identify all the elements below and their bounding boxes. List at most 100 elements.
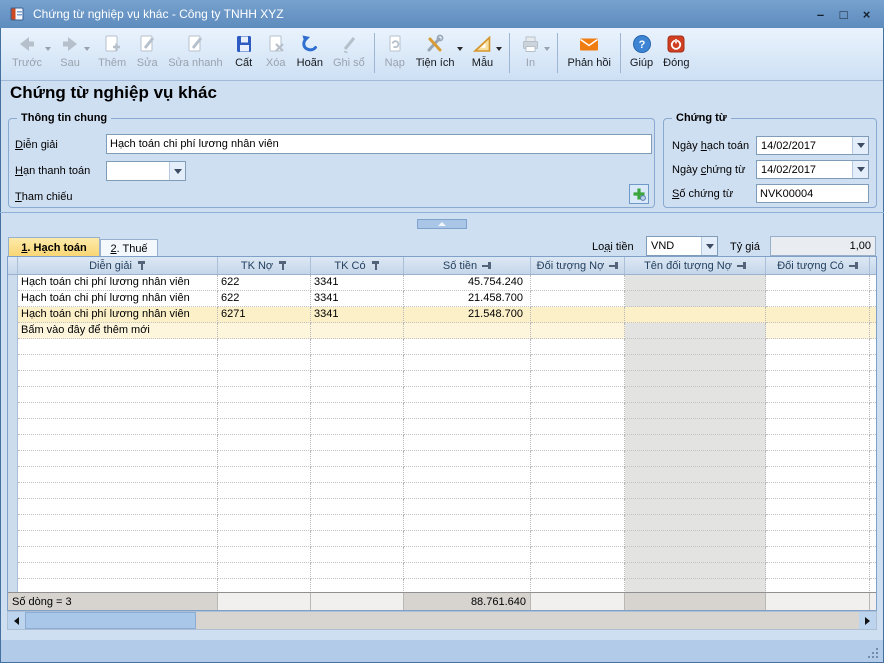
toolbar-button-previous[interactable]: Trước <box>7 31 47 70</box>
pin-icon[interactable] <box>278 260 287 271</box>
grid-cell[interactable] <box>531 323 625 339</box>
column-header-2[interactable]: TK Nợ <box>218 257 311 274</box>
minimize-button[interactable]: – <box>809 3 832 25</box>
grid-cell <box>766 531 870 547</box>
grid-cell[interactable] <box>766 291 870 307</box>
toolbar-button-quick-edit[interactable]: Sửa nhanh <box>163 31 227 70</box>
description-input[interactable] <box>106 134 652 154</box>
tab-hach-toan[interactable]: 1. Hạch toán <box>8 237 100 257</box>
horizontal-scrollbar[interactable] <box>7 611 877 630</box>
grid-cell[interactable]: 3341 <box>311 291 404 307</box>
grid-cell[interactable]: 3341 <box>311 307 404 323</box>
grid-cell[interactable]: 3341 <box>311 275 404 291</box>
chevron-down-icon[interactable] <box>169 162 185 180</box>
pin-icon[interactable] <box>736 261 746 271</box>
row-indicator <box>8 371 18 387</box>
pin-icon[interactable] <box>848 261 858 271</box>
grid-cell[interactable]: Hạch toán chi phí lương nhân viên <box>18 291 218 307</box>
toolbar-button-post[interactable]: Ghi sổ <box>328 31 370 70</box>
grid-cell[interactable] <box>218 323 311 339</box>
grid-cell[interactable]: 6271 <box>218 307 311 323</box>
scrollbar-thumb[interactable] <box>25 612 196 629</box>
column-header-3[interactable]: TK Có <box>311 257 404 274</box>
grid-cell[interactable] <box>531 307 625 323</box>
column-header-label: Đối tượng Nợ <box>536 259 605 272</box>
collapse-splitter-handle[interactable] <box>417 219 467 229</box>
toolbar-button-utilities[interactable]: Tiện ích <box>411 31 460 70</box>
posting-date-picker[interactable]: 14/02/2017 <box>756 136 869 155</box>
grid-cell <box>18 371 218 387</box>
toolbar-button-next[interactable]: Sau <box>54 31 86 70</box>
toolbar-button-reload[interactable]: Nạp <box>379 31 411 70</box>
pin-icon[interactable] <box>137 260 146 271</box>
grid-cell[interactable] <box>625 323 766 339</box>
document-date-picker[interactable]: 14/02/2017 <box>756 160 869 179</box>
payment-term-combo[interactable] <box>106 161 186 181</box>
grid-cell <box>625 483 766 499</box>
grid-cell[interactable] <box>766 307 870 323</box>
footer-cell <box>625 593 766 610</box>
grid-cell[interactable] <box>766 323 870 339</box>
reference-label: Tham chiếu <box>15 191 73 203</box>
grid-row[interactable]: Hạch toán chi phí lương nhân viên 622 3341… <box>8 275 876 291</box>
resize-grip[interactable] <box>865 645 878 658</box>
column-header-6[interactable]: Tên đối tượng Nợ <box>625 257 766 274</box>
chevron-down-icon[interactable] <box>852 161 868 178</box>
toolbar-button-template[interactable]: Mẫu <box>466 31 498 70</box>
grid-cell <box>311 483 404 499</box>
maximize-button[interactable]: □ <box>832 3 855 25</box>
footer-cell: Số dòng = 3 <box>8 593 218 610</box>
toolbar-button-add[interactable]: Thêm <box>93 31 131 70</box>
forward-icon <box>59 32 81 56</box>
grid-cell[interactable]: 45.754.240 <box>404 275 531 291</box>
chevron-down-icon[interactable] <box>852 137 868 154</box>
toolbar-button-edit[interactable]: Sửa <box>131 31 163 70</box>
grid-cell <box>18 467 218 483</box>
grid-cell <box>625 371 766 387</box>
grid-cell[interactable] <box>625 291 766 307</box>
pin-icon[interactable] <box>371 260 380 271</box>
toolbar-button-delete[interactable]: Xóa <box>260 31 292 70</box>
currency-combo[interactable]: VND <box>646 236 718 256</box>
grid-cell[interactable]: 21.548.700 <box>404 307 531 323</box>
grid-cell[interactable]: 21.458.700 <box>404 291 531 307</box>
column-header-7[interactable]: Đối tượng Có <box>766 257 870 274</box>
grid-add-row[interactable]: Bấm vào đây để thêm mới <box>8 323 876 339</box>
grid-cell[interactable] <box>625 275 766 291</box>
grid-cell[interactable] <box>531 275 625 291</box>
grid-cell[interactable]: Hạch toán chi phí lương nhân viên <box>18 307 218 323</box>
grid-cell[interactable] <box>625 307 766 323</box>
grid-cell <box>531 371 625 387</box>
grid-cell[interactable] <box>766 275 870 291</box>
grid-cell[interactable]: 622 <box>218 275 311 291</box>
grid-cell[interactable]: Hạch toán chi phí lương nhân viên <box>18 275 218 291</box>
grid-row[interactable]: Hạch toán chi phí lương nhân viên 6271 334… <box>8 307 876 323</box>
column-header-5[interactable]: Đối tượng Nợ <box>531 257 625 274</box>
document-number-input[interactable] <box>756 184 869 203</box>
scroll-right-button[interactable] <box>859 612 876 629</box>
tab-thue[interactable]: 2. Thuế <box>100 239 158 257</box>
grid-cell[interactable] <box>311 323 404 339</box>
column-header-1[interactable]: Diễn giải <box>18 257 218 274</box>
grid-row[interactable]: Hạch toán chi phí lương nhân viên 622 3341… <box>8 291 876 307</box>
scrollbar-track[interactable] <box>196 612 859 629</box>
grid-cell[interactable] <box>531 291 625 307</box>
grid-cell[interactable]: 622 <box>218 291 311 307</box>
grid-cell <box>18 435 218 451</box>
toolbar-button-close-window[interactable]: Đóng <box>658 31 694 70</box>
pin-icon[interactable] <box>482 261 492 271</box>
toolbar-button-help[interactable]: ? Giúp <box>625 31 658 70</box>
chevron-down-icon[interactable] <box>701 237 717 255</box>
column-header-4[interactable]: Số tiền <box>404 257 531 274</box>
close-button[interactable]: × <box>855 3 878 25</box>
add-reference-button[interactable] <box>629 184 649 204</box>
grid-cell[interactable]: Bấm vào đây để thêm mới <box>18 323 218 339</box>
pin-icon[interactable] <box>609 261 619 271</box>
scroll-left-button[interactable] <box>8 612 25 629</box>
toolbar-button-undo[interactable]: Hoãn <box>292 31 328 70</box>
grid-cell[interactable] <box>404 323 531 339</box>
toolbar-button-print[interactable]: In <box>514 31 546 70</box>
toolbar-button-save[interactable]: Cất <box>228 31 260 70</box>
grid-cell <box>311 467 404 483</box>
toolbar-button-feedback[interactable]: Phản hồi <box>562 31 615 70</box>
